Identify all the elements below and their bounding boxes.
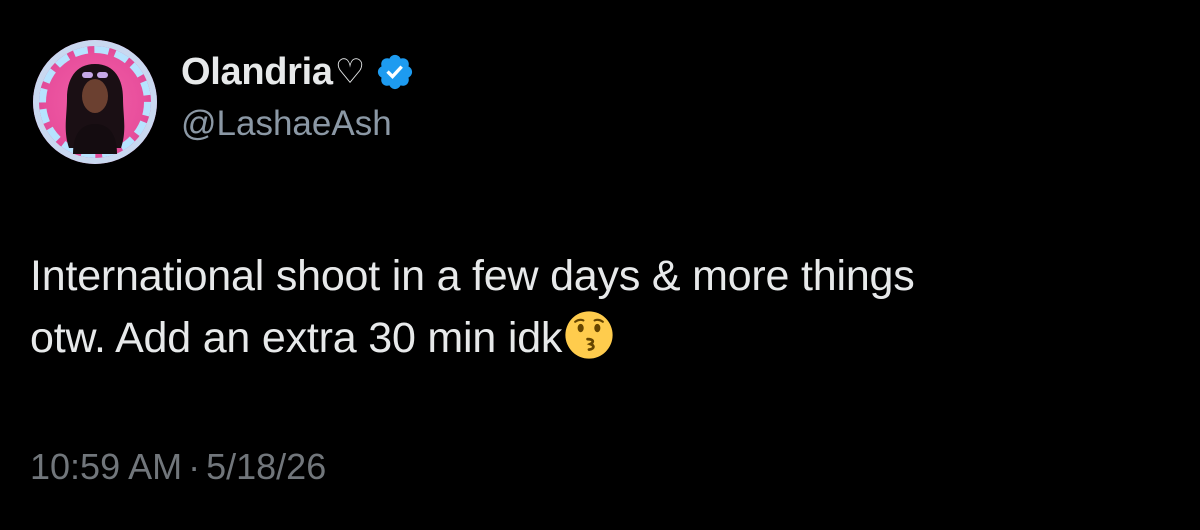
tweet-text-line-2: otw. Add an extra 30 min idk [30, 307, 1170, 369]
verified-badge-icon [378, 54, 413, 90]
tweet-text-segment: otw. Add an extra 30 min idk [30, 314, 563, 362]
meta-separator: · [188, 446, 201, 487]
tweet-timestamp[interactable]: 10:59 AM · 5/18/26 [30, 446, 326, 488]
kissing-face-emoji-icon [565, 311, 613, 359]
tweet-text-line: International shoot in a few days & more… [30, 252, 915, 300]
tweet-card: Olandria ♡ @LashaeAsh International shoo… [0, 0, 1200, 530]
avatar[interactable] [33, 40, 157, 164]
author-name-row: Olandria ♡ [181, 48, 415, 96]
author-handle[interactable]: @LashaeAsh [181, 104, 392, 144]
avatar-portrait [65, 64, 125, 154]
tweet-date: 5/18/26 [206, 446, 327, 487]
display-name[interactable]: Olandria [181, 51, 333, 94]
tweet-time: 10:59 AM [30, 446, 183, 487]
heart-symbol: ♡ [334, 52, 366, 92]
tweet-text: International shoot in a few days & more… [30, 245, 1170, 369]
